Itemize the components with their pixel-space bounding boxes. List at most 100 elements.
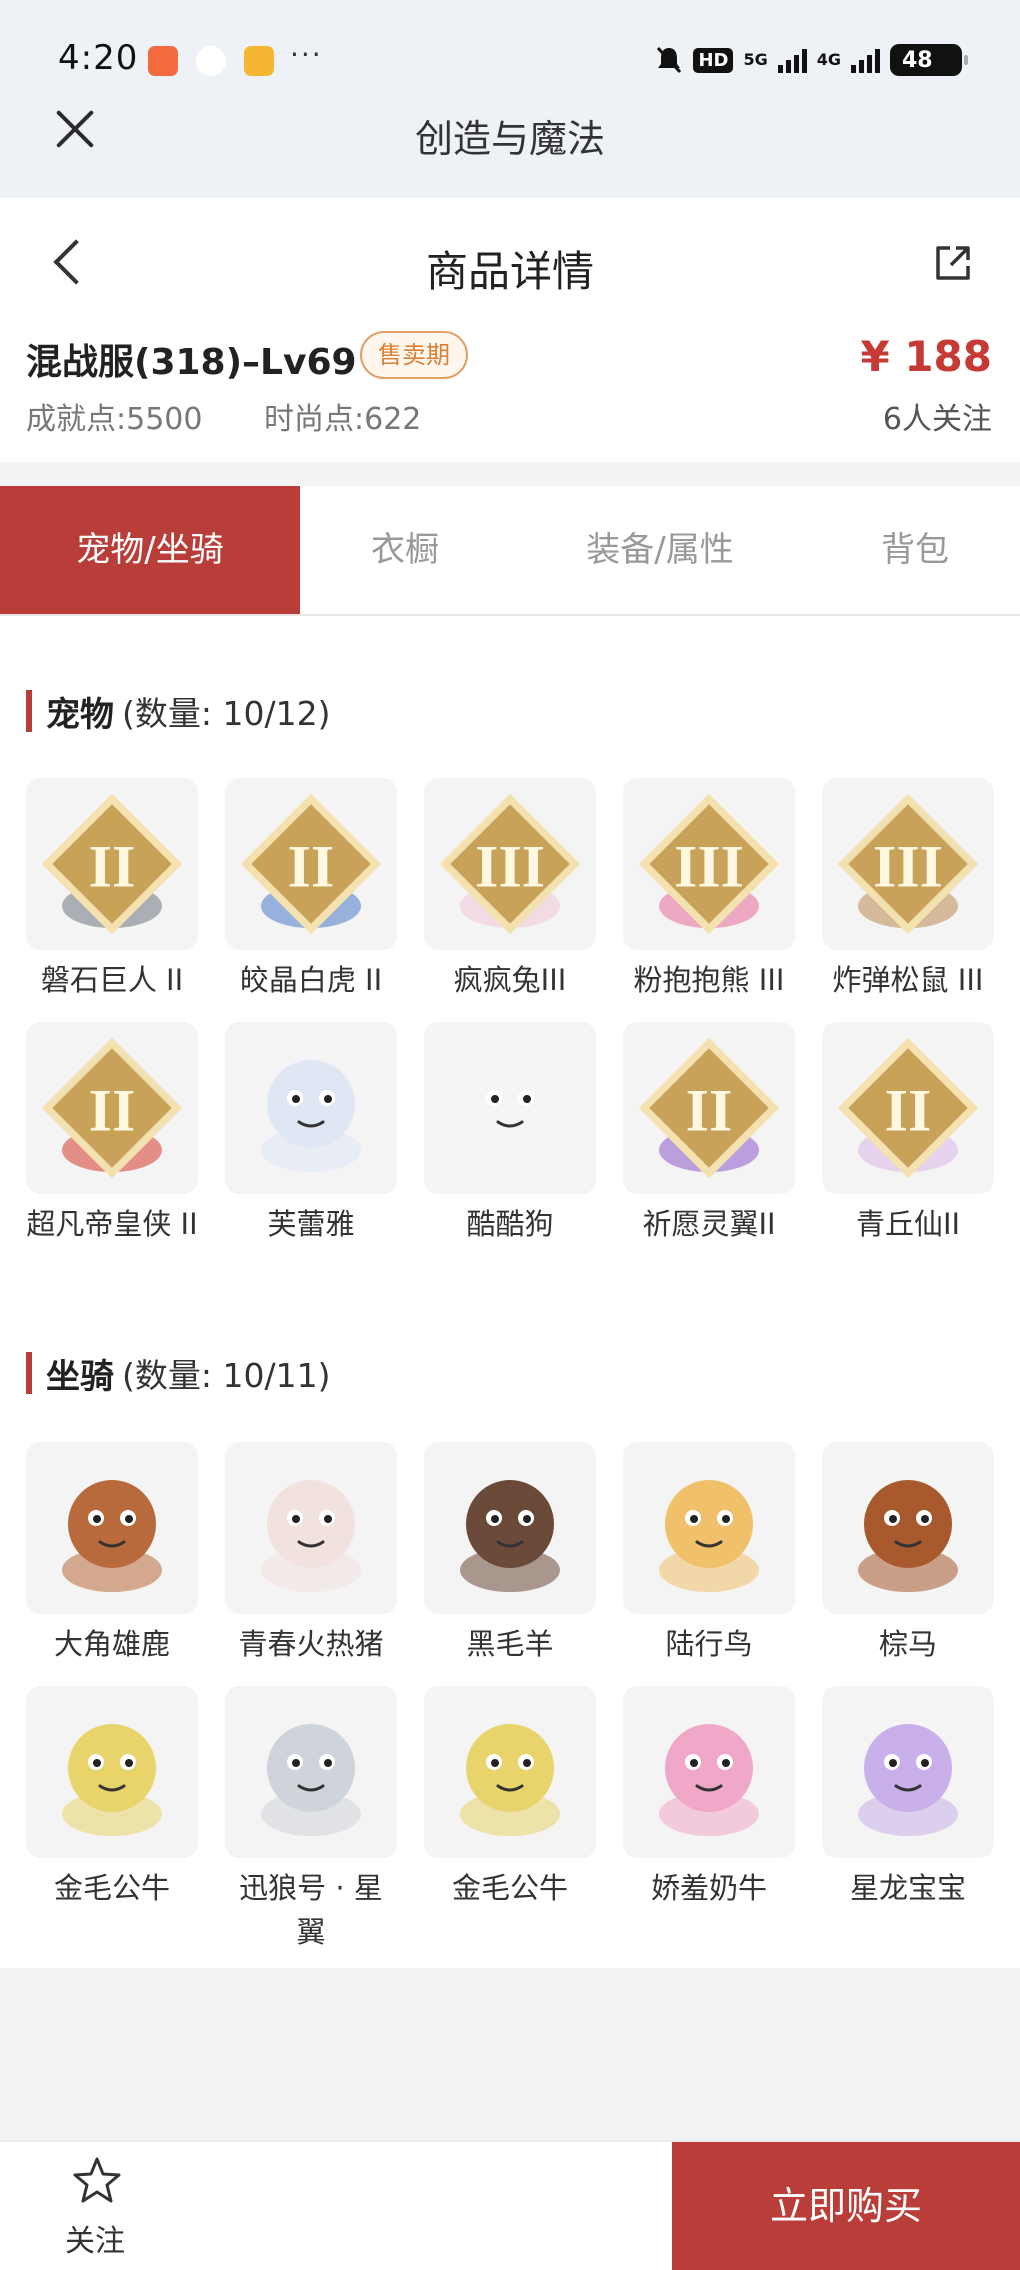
pet-item[interactable]: II 超凡帝皇侠 II [26, 1022, 198, 1246]
item-thumbnail [822, 1442, 994, 1614]
item-thumbnail [424, 1686, 596, 1858]
item-label: 金毛公牛 [53, 1871, 170, 1905]
tier-badge-icon: III [440, 794, 580, 934]
item-thumbnail [26, 1442, 198, 1614]
follow-button[interactable]: 关注 [0, 2142, 190, 2270]
product-name: 混战服(318)–Lv69 [26, 342, 357, 383]
item-label: 炸弹松鼠 III [832, 963, 984, 997]
grid-app-icon [244, 46, 274, 76]
item-thumbnail: II [225, 778, 397, 950]
pet-item[interactable]: 酷酷狗 [424, 1022, 596, 1246]
item-label: 磐石巨人 II [40, 963, 184, 997]
product-price: ¥ 188 [860, 332, 992, 381]
item-label: 娇羞奶牛 [650, 1871, 767, 1905]
tier-badge-text: II [288, 834, 335, 900]
mount-item[interactable]: 金毛公牛 [26, 1686, 198, 1954]
pets-title: 宠物 [46, 694, 114, 735]
pet-item[interactable]: III 粉抱抱熊 III [623, 778, 795, 1002]
more-dots-icon: ··· [290, 38, 323, 71]
item-thumbnail [424, 1022, 596, 1194]
item-thumbnail [225, 1022, 397, 1194]
ostrich-bird-icon [659, 1480, 759, 1592]
status-right-icons: HD 5G 4G 48 [655, 40, 968, 80]
item-thumbnail [424, 1442, 596, 1614]
item-label: 陆行鸟 [665, 1627, 753, 1661]
golden-bull-icon [62, 1724, 162, 1836]
item-thumbnail: III [623, 778, 795, 950]
item-label: 迅狼号 · 星翼 [239, 1871, 383, 1949]
tier-badge-icon: III [639, 794, 779, 934]
pet-item[interactable]: III 疯疯兔III [424, 778, 596, 1002]
battery-icon: 48 [890, 44, 968, 76]
tab-pets-mounts[interactable]: 宠物/坐骑 [0, 486, 300, 614]
item-thumbnail [822, 1686, 994, 1858]
taobao-app-icon [148, 46, 178, 76]
pet-item[interactable]: 芙蕾雅 [225, 1022, 397, 1246]
page-header: 商品详情 [0, 198, 1020, 328]
item-thumbnail: II [26, 1022, 198, 1194]
tier-badge-icon: II [241, 794, 381, 934]
pet-item[interactable]: II 皎晶白虎 II [225, 778, 397, 1002]
tier-badge-text: II [89, 834, 136, 900]
hd-icon: HD [693, 47, 734, 73]
cool-dog-icon [460, 1060, 560, 1172]
page-title: 商品详情 [425, 247, 594, 296]
black-sheep-icon [460, 1480, 560, 1592]
pets-grid: II 磐石巨人 II II 皎晶白虎 II III 疯疯兔III III 粉抱抱熊 III II… [26, 778, 996, 1246]
buy-now-button[interactable]: 立即购买 [672, 2142, 1020, 2270]
mount-item[interactable]: 迅狼号 · 星翼 [225, 1686, 397, 1954]
section-marker [26, 1352, 32, 1394]
fruit-app-icon [196, 46, 226, 76]
pets-count: (数量: 10/12) [122, 694, 331, 733]
mount-item[interactable]: 金毛公牛 [424, 1686, 596, 1954]
mount-item[interactable]: 青春火热猪 [225, 1442, 397, 1666]
tier-badge-text: III [873, 834, 943, 900]
item-thumbnail [225, 1686, 397, 1858]
item-label: 酷酷狗 [466, 1207, 554, 1241]
tier-badge-text: II [885, 1078, 932, 1144]
mount-item[interactable]: 星龙宝宝 [822, 1686, 994, 1954]
tab-equipment[interactable]: 装备/属性 [510, 486, 810, 614]
share-icon[interactable] [934, 244, 972, 282]
star-icon [73, 2157, 121, 2203]
mounts-count: (数量: 10/11) [122, 1356, 331, 1395]
tier-badge-icon: II [42, 1038, 182, 1178]
item-label: 棕马 [878, 1627, 937, 1661]
item-label: 大角雄鹿 [53, 1627, 170, 1661]
item-thumbnail [623, 1686, 795, 1858]
tab-bar: 宠物/坐骑 衣橱 装备/属性 背包 [0, 486, 1020, 616]
item-label: 青春火热猪 [238, 1627, 384, 1661]
top-zone: 4:20 ··· HD 5G 4G 48 创造与魔法 [0, 0, 1020, 198]
status-time: 4:20 [58, 38, 139, 78]
mount-item[interactable]: 黑毛羊 [424, 1442, 596, 1666]
product-info: 混战服(318)–Lv69 售卖期 成就点:5500 时尚点:622 ¥ 188… [0, 328, 1020, 462]
pet-item[interactable]: III 炸弹松鼠 III [822, 778, 994, 1002]
item-thumbnail [26, 1686, 198, 1858]
tier-badge-text: II [686, 1078, 733, 1144]
tier-badge-text: III [674, 834, 744, 900]
pets-section-title: 宠物 (数量: 10/12) [26, 688, 331, 735]
item-label: 黑毛羊 [466, 1627, 554, 1661]
status-badge: 售卖期 [360, 331, 468, 379]
app-title: 创造与魔法 [414, 117, 605, 161]
pig-icon [261, 1480, 361, 1592]
mount-item[interactable]: 娇羞奶牛 [623, 1686, 795, 1954]
mount-item[interactable]: 棕马 [822, 1442, 994, 1666]
shy-cow-icon [659, 1724, 759, 1836]
tab-backpack[interactable]: 背包 [810, 486, 1020, 614]
tab-wardrobe[interactable]: 衣橱 [300, 486, 510, 614]
stag-icon [62, 1480, 162, 1592]
item-label: 皎晶白虎 II [239, 963, 383, 997]
mounts-section-title: 坐骑 (数量: 10/11) [26, 1350, 331, 1397]
status-bar: 4:20 ··· HD 5G 4G 48 [0, 0, 1020, 120]
pet-item[interactable]: II 磐石巨人 II [26, 778, 198, 1002]
mount-item[interactable]: 陆行鸟 [623, 1442, 795, 1666]
pet-item[interactable]: II 青丘仙II [822, 1022, 994, 1246]
tier-badge-icon: II [639, 1038, 779, 1178]
mounts-title: 坐骑 [46, 1356, 114, 1397]
pet-item[interactable]: II 祈愿灵翼II [623, 1022, 795, 1246]
item-thumbnail: III [424, 778, 596, 950]
item-label: 芙蕾雅 [267, 1207, 355, 1241]
mount-item[interactable]: 大角雄鹿 [26, 1442, 198, 1666]
item-label: 金毛公牛 [451, 1871, 568, 1905]
